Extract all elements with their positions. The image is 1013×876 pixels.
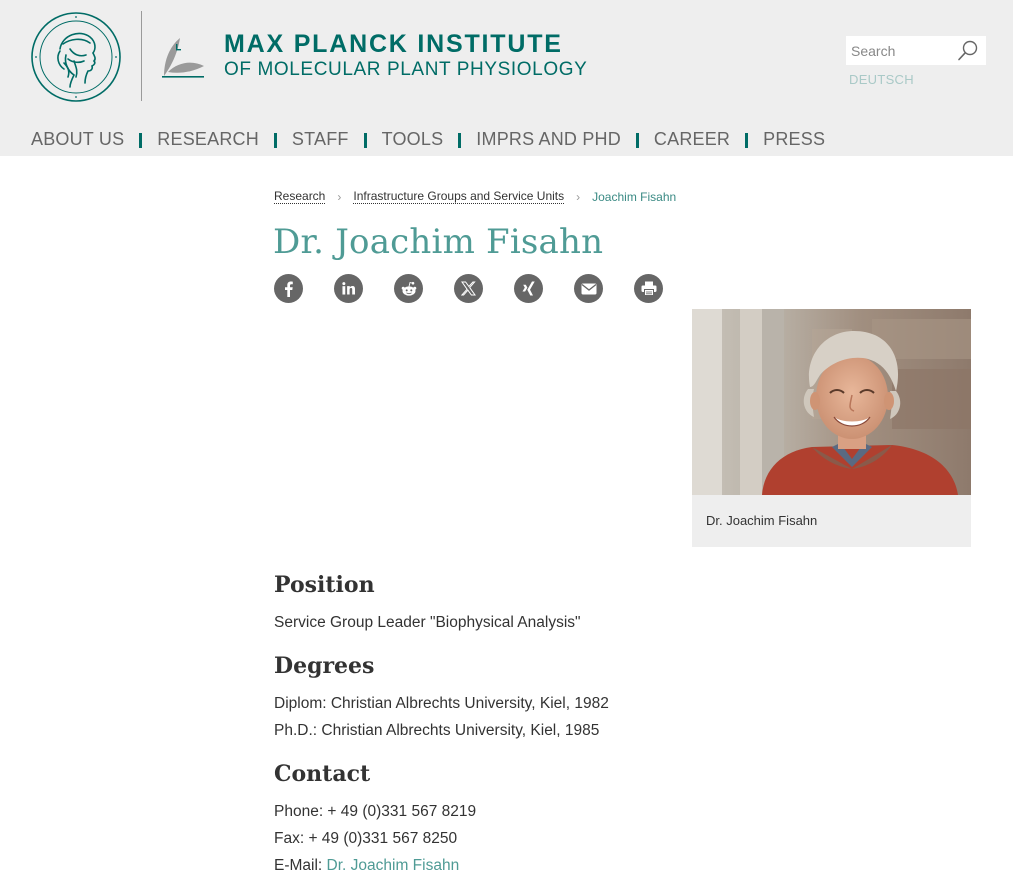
nav-item-career[interactable]: CAREER — [654, 127, 730, 151]
contact-fax: Fax: + 49 (0)331 567 8250 — [274, 830, 458, 847]
breadcrumb-research[interactable]: Research — [274, 189, 326, 204]
institute-subtitle[interactable]: OF MOLECULAR PLANT PHYSIOLOGY — [224, 58, 587, 82]
nav-separator — [363, 132, 367, 148]
nav-separator — [273, 132, 277, 148]
chevron-right-icon: › — [576, 189, 581, 204]
linkedin-icon — [342, 282, 355, 295]
chevron-right-icon: › — [337, 189, 342, 204]
degree-line: Diplom: Christian Albrechts University, … — [274, 695, 609, 712]
x-share-button[interactable] — [454, 274, 483, 303]
search-icon[interactable] — [956, 39, 980, 63]
contact-phone: Phone: + 49 (0)331 567 8219 — [274, 803, 477, 820]
site-header: MAX PLANCK INSTITUTE OF MOLECULAR PLANT … — [0, 0, 1013, 156]
search-input[interactable] — [846, 36, 954, 65]
contact-email-link[interactable]: Dr. Joachim Fisahn — [327, 857, 460, 874]
facebook-icon — [284, 281, 293, 297]
main-navigation: ABOUT US RESEARCH STAFF TOOLS IMPRS AND … — [31, 127, 825, 151]
language-switch-link[interactable]: DEUTSCH — [849, 72, 914, 87]
contact-email-label: E-Mail: — [274, 857, 327, 874]
facebook-share-button[interactable] — [274, 274, 303, 303]
nav-separator — [139, 132, 143, 148]
reddit-share-button[interactable] — [394, 274, 423, 303]
nav-item-press[interactable]: PRESS — [763, 127, 825, 151]
linkedin-share-button[interactable] — [334, 274, 363, 303]
nav-item-tools[interactable]: TOOLS — [382, 127, 444, 151]
contact-heading: Contact — [274, 761, 371, 787]
position-heading: Position — [274, 572, 375, 598]
institute-plant-mark-icon — [162, 38, 204, 78]
page-title: Dr. Joachim Fisahn — [273, 222, 604, 262]
reddit-icon — [401, 281, 416, 296]
max-planck-minerva-logo[interactable] — [30, 11, 122, 103]
portrait-photo[interactable] — [692, 309, 971, 495]
nav-item-about-us[interactable]: ABOUT US — [31, 127, 124, 151]
email-share-button[interactable] — [574, 274, 603, 303]
nav-item-research[interactable]: RESEARCH — [157, 127, 259, 151]
logo-divider — [141, 11, 142, 101]
breadcrumb: Research › Infrastructure Groups and Ser… — [274, 189, 676, 204]
xing-icon — [522, 281, 535, 295]
degrees-heading: Degrees — [274, 653, 375, 679]
print-icon — [641, 281, 656, 296]
nav-separator — [745, 132, 749, 148]
xing-share-button[interactable] — [514, 274, 543, 303]
contact-email: E-Mail: Dr. Joachim Fisahn — [274, 856, 459, 876]
nav-item-staff[interactable]: STAFF — [292, 127, 349, 151]
print-button[interactable] — [634, 274, 663, 303]
institute-name[interactable]: MAX PLANCK INSTITUTE — [224, 30, 563, 58]
portrait-figure: Dr. Joachim Fisahn — [692, 309, 971, 547]
breadcrumb-current: Joachim Fisahn — [592, 189, 677, 204]
nav-separator — [635, 132, 639, 148]
nav-separator — [458, 132, 462, 148]
breadcrumb-infrastructure[interactable]: Infrastructure Groups and Service Units — [353, 189, 565, 204]
nav-item-imprs-and-phd[interactable]: IMPRS AND PHD — [476, 127, 621, 151]
photo-caption: Dr. Joachim Fisahn — [706, 513, 818, 528]
degree-line: Ph.D.: Christian Albrechts University, K… — [274, 722, 600, 739]
x-icon — [461, 281, 476, 296]
position-text: Service Group Leader "Biophysical Analys… — [274, 614, 581, 631]
email-icon — [581, 283, 596, 294]
search-box — [846, 36, 986, 65]
share-buttons — [274, 274, 694, 303]
